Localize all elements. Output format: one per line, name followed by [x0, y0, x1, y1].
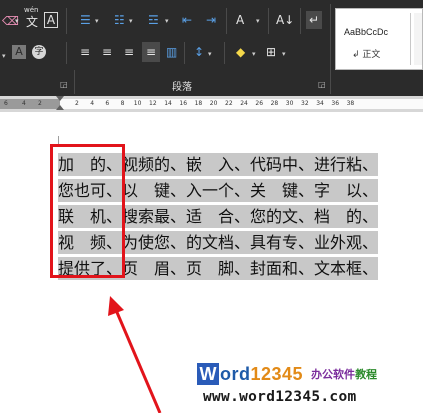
chevron-down-icon[interactable]: ▾	[208, 50, 212, 58]
ruler-tick-label: 28	[270, 100, 279, 107]
annotation-highlight-box	[50, 144, 125, 278]
character-shading-icon[interactable]: A	[12, 45, 26, 59]
ruler-tick-label: 14	[164, 100, 172, 107]
ruler-tick-label: 12	[149, 100, 157, 107]
justify-icon[interactable]: ≡	[142, 42, 160, 62]
ruler-tick-label: 6	[105, 100, 110, 107]
ruler-tick-label: 18	[194, 100, 203, 107]
chinese-layout-icon[interactable]: A	[236, 13, 244, 27]
ruler-tick-label: 20	[209, 100, 218, 107]
ruler-tick-label: 6	[4, 100, 8, 107]
ribbon: ⌫ ▾ wén 文 A ☰ ▾ ☷ ▾ ☲ ▾ ⇤ ⇥ A ▾ A↓ ↵ ▾ A…	[0, 0, 423, 96]
first-line-indent-marker[interactable]	[56, 96, 64, 101]
show-paragraph-marks-icon[interactable]: ↵	[306, 11, 322, 29]
horizontal-ruler[interactable]: 6 4 2 2 4 6 8 10 12 14 16 18 20 22 24 26 28 30 32 34 36 38	[0, 96, 423, 112]
phonetic-label: wén	[24, 6, 39, 14]
ruler-tick-label: 26	[255, 100, 264, 107]
phonetic-guide-icon[interactable]: 文	[26, 15, 38, 29]
bullets-icon[interactable]: ☰	[80, 13, 91, 27]
watermark-url: www.word12345.com	[203, 389, 357, 405]
align-left-icon[interactable]: ≡	[80, 45, 90, 59]
ruler-tick-label: 16	[179, 100, 188, 107]
chevron-down-icon[interactable]: ▾	[2, 52, 6, 60]
style-name: ↲ 正文	[352, 50, 381, 60]
ruler-tick-label: 34	[316, 100, 324, 107]
dialog-launcher-icon[interactable]: ◲	[60, 80, 68, 89]
ruler-tick-label: 22	[225, 100, 233, 107]
ruler-tick-label: 10	[133, 100, 142, 107]
numbering-icon[interactable]: ☷	[114, 13, 125, 27]
gallery-next-style[interactable]	[414, 13, 422, 65]
logo-letter: W	[197, 363, 219, 385]
watermark: W ord12345 办公软件教程 www.word12345.com	[197, 357, 423, 413]
group-label-paragraph: 段落	[172, 82, 192, 93]
multilevel-list-icon[interactable]: ☲	[148, 13, 159, 27]
align-center-icon[interactable]: ≡	[102, 45, 112, 59]
hanging-indent-marker[interactable]	[56, 105, 64, 110]
style-sample-text: AaBbCcDc	[344, 27, 389, 37]
chevron-down-icon[interactable]: ▾	[95, 17, 99, 25]
ruler-tick-label: 2	[38, 100, 42, 107]
ruler-tick-label: 30	[285, 100, 294, 107]
line-spacing-icon[interactable]: ↕	[194, 45, 204, 59]
shading-icon[interactable]: ◆	[236, 45, 245, 59]
sort-icon[interactable]: A↓	[276, 13, 294, 27]
increase-indent-icon[interactable]: ⇥	[206, 13, 216, 27]
dialog-launcher-icon[interactable]: ◲	[318, 80, 326, 89]
ruler-tick-label: 4	[90, 100, 95, 107]
styles-gallery-item-normal[interactable]: AaBbCcDc ↲ 正文	[335, 8, 423, 70]
logo-text: ord12345	[220, 363, 304, 384]
ruler-tick-label: 4	[22, 100, 26, 107]
chevron-down-icon[interactable]: ▾	[252, 50, 256, 58]
chevron-down-icon[interactable]: ▾	[129, 17, 133, 25]
decrease-indent-icon[interactable]: ⇤	[182, 13, 192, 27]
ruler-tick-label: 38	[346, 100, 355, 107]
ruler-tick-label: 8	[120, 100, 125, 107]
watermark-logo: W ord12345 办公软件教程	[197, 363, 377, 385]
enclose-characters-icon[interactable]: 字	[32, 45, 46, 59]
ruler-tick-label: 24	[240, 100, 248, 107]
ruler-tick-label: 36	[331, 100, 340, 107]
borders-icon[interactable]: ⊞	[266, 45, 276, 59]
ruler-left-margin	[0, 99, 60, 109]
chevron-down-icon[interactable]: ▾	[282, 50, 286, 58]
distributed-icon[interactable]: ▥	[166, 45, 177, 59]
chevron-down-icon[interactable]: ▾	[15, 17, 19, 25]
ruler-tick-label: 2	[75, 100, 79, 107]
chevron-down-icon[interactable]: ▾	[256, 17, 260, 25]
ruler-tick-label: 32	[301, 100, 309, 107]
chevron-down-icon[interactable]: ▾	[165, 17, 169, 25]
align-right-icon[interactable]: ≡	[124, 45, 134, 59]
logo-tagline: 办公软件教程	[311, 368, 378, 381]
character-border-icon[interactable]: A	[44, 12, 58, 28]
